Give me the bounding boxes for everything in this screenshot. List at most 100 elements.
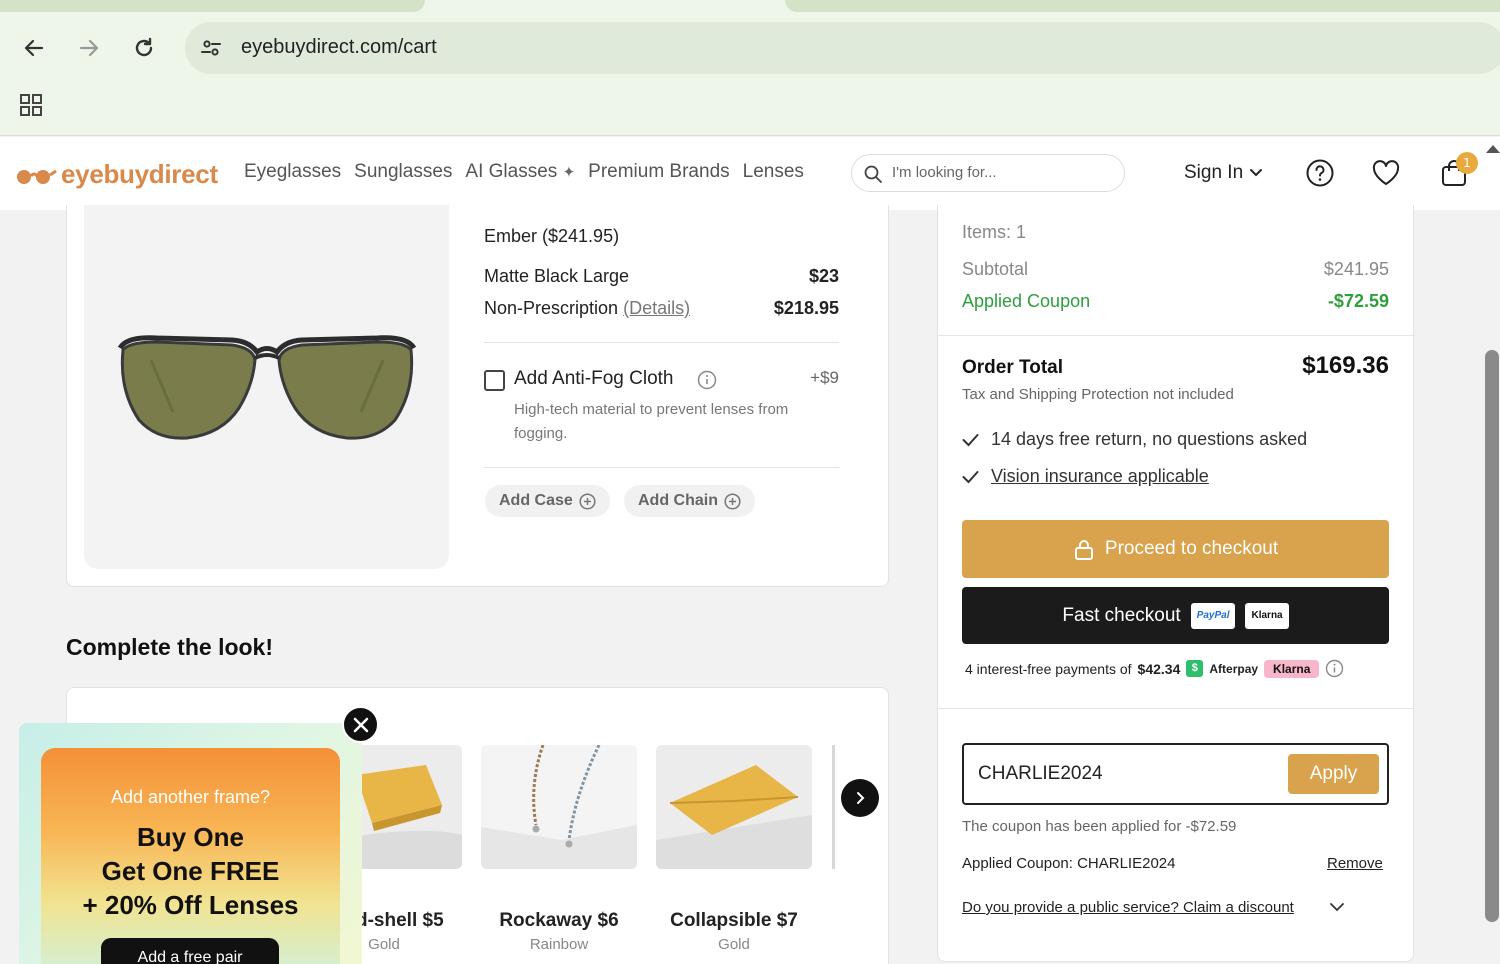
afterpay-icon: $: [1186, 660, 1204, 677]
site-settings-icon[interactable]: [199, 36, 223, 60]
subtotal-label: Subtotal: [962, 259, 1029, 279]
nav-eyeglasses[interactable]: Eyeglasses: [244, 161, 341, 183]
installments-text: 4 interest-free payments of: [965, 660, 1132, 677]
page-scrollbar[interactable]: [1485, 350, 1499, 922]
chevron-down-icon: [1250, 169, 1263, 177]
promo-headline-line: + 20% Off Lenses: [82, 890, 299, 920]
sign-in-menu[interactable]: Sign In: [1184, 162, 1263, 184]
logo-glasses-icon: [17, 169, 57, 184]
recommendation-name: Collapsible $7: [670, 910, 798, 931]
order-summary-panel: [937, 205, 1414, 962]
add-free-pair-button[interactable]: Add a free pair: [101, 938, 279, 964]
arrow-left-icon: [24, 39, 44, 57]
close-icon: [353, 717, 368, 732]
vision-insurance-link[interactable]: Vision insurance applicable: [991, 466, 1209, 487]
address-bar[interactable]: eyebuydirect.com/cart: [185, 22, 1500, 74]
divider: [484, 342, 839, 343]
fast-checkout-button[interactable]: Fast checkout PayPal Klarna: [962, 587, 1389, 644]
help-icon[interactable]: [1305, 158, 1335, 188]
recommendation-name: d-shell $5: [356, 910, 444, 931]
items-count: Items: 1: [962, 222, 1027, 242]
order-total-row: Order Total $169.36: [962, 352, 1389, 380]
reload-icon: [135, 37, 153, 57]
search-box[interactable]: [851, 154, 1125, 192]
line-frame-price: $23: [808, 266, 839, 286]
glasses-chain-image: [481, 745, 637, 869]
add-case-button[interactable]: Add Case: [485, 485, 610, 517]
collapsible-case-image: [656, 745, 812, 869]
promo-headline: Buy One Get One FREE + 20% Off Lenses: [41, 820, 340, 922]
perk-vision-insurance: Vision insurance applicable: [962, 466, 1209, 487]
order-total-label: Order Total: [962, 357, 1063, 378]
proceed-to-checkout-button[interactable]: Proceed to checkout: [962, 520, 1389, 578]
brand-logo[interactable]: eyebuydirect: [15, 159, 218, 190]
anti-fog-checkbox[interactable]: [484, 370, 505, 391]
info-icon[interactable]: [1325, 659, 1344, 678]
sparkle-icon: ✦: [562, 164, 576, 181]
chevron-right-icon: [857, 792, 865, 804]
coupon-input[interactable]: [978, 763, 1278, 785]
nav-sunglasses[interactable]: Sunglasses: [354, 161, 452, 183]
paypal-logo: PayPal: [1190, 602, 1236, 629]
site-header: eyebuydirect Eyeglasses Sunglasses AI Gl…: [0, 137, 1500, 210]
recommendation-color: Rainbow: [529, 936, 589, 953]
installment-amount: $42.34: [1137, 660, 1181, 677]
carousel-next-button[interactable]: [841, 779, 879, 817]
tab-strip-right: [785, 0, 1500, 12]
subtotal-row: Subtotal $241.95: [962, 259, 1389, 280]
browser-chrome: eyebuydirect.com/cart: [0, 0, 1500, 136]
line-frame-label: Matte Black Large: [484, 266, 630, 286]
divider: [484, 467, 839, 468]
line-lens-price: $218.95: [773, 298, 839, 318]
tab-strip-left: [0, 0, 425, 12]
remove-coupon-link[interactable]: Remove: [1327, 855, 1383, 872]
recommendation-image-collapsible[interactable]: [656, 745, 812, 869]
details-link[interactable]: (Details): [623, 298, 690, 318]
recommendation-image-chain[interactable]: [481, 745, 637, 869]
forward-button[interactable]: [74, 33, 104, 63]
nav-ai-glasses-label: AI Glasses: [465, 161, 558, 182]
divider: [938, 708, 1413, 709]
reload-button[interactable]: [129, 33, 159, 63]
promo-headline-line: Get One FREE: [101, 856, 280, 886]
add-chain-button[interactable]: Add Chain: [624, 485, 755, 517]
check-icon: [962, 470, 979, 483]
installments-info: 4 interest-free payments of $42.34 $ Aft…: [965, 659, 1344, 678]
anti-fog-title: Add Anti-Fog Cloth: [514, 368, 674, 389]
info-icon[interactable]: [697, 370, 717, 390]
perk-free-return-text: 14 days free return, no questions asked: [991, 429, 1308, 449]
klarna-pill: Klarna: [1264, 659, 1320, 678]
product-name: Ember ($241.95): [484, 226, 620, 246]
url-text[interactable]: eyebuydirect.com/cart: [241, 36, 437, 59]
nav-lenses[interactable]: Lenses: [743, 161, 804, 183]
check-icon: [962, 433, 979, 446]
nav-premium-brands[interactable]: Premium Brands: [588, 161, 730, 183]
back-button[interactable]: [19, 33, 49, 63]
promo-close-button[interactable]: [342, 706, 379, 743]
public-service-discount-link[interactable]: Do you provide a public service? Claim a…: [962, 899, 1294, 916]
klarna-logo: Klarna: [1245, 602, 1289, 629]
applied-coupon-label: Applied Coupon: [962, 291, 1091, 311]
nav-ai-glasses[interactable]: AI Glasses ✦: [465, 161, 575, 183]
chevron-down-icon[interactable]: [1328, 900, 1346, 914]
coupon-message: The coupon has been applied for -$72.59: [962, 818, 1237, 835]
fast-checkout-label: Fast checkout: [1062, 604, 1181, 626]
add-case-label: Add Case: [499, 492, 573, 509]
apps-grid-icon[interactable]: [20, 94, 42, 116]
divider: [938, 335, 1413, 336]
recommendation-name: Rockaway $6: [499, 910, 619, 931]
plus-circle-icon: [579, 492, 596, 510]
order-total-value: $169.36: [1302, 352, 1389, 379]
heart-icon[interactable]: [1371, 158, 1401, 188]
line-frame-option: Matte Black Large $23: [484, 266, 839, 287]
items-count-row: Items: 1: [962, 222, 1389, 243]
checkout-label: Proceed to checkout: [1104, 538, 1279, 559]
line-lens-label: Non-Prescription: [484, 298, 619, 318]
sunglasses-product-image[interactable]: [117, 330, 417, 445]
anti-fog-price: +$9: [810, 368, 839, 387]
search-input[interactable]: [892, 164, 1112, 181]
apply-coupon-button[interactable]: Apply: [1288, 754, 1379, 794]
applied-coupon-row: Applied Coupon -$72.59: [962, 291, 1389, 312]
scroll-up-icon[interactable]: [1486, 145, 1500, 153]
perk-free-return: 14 days free return, no questions asked: [962, 429, 1307, 450]
